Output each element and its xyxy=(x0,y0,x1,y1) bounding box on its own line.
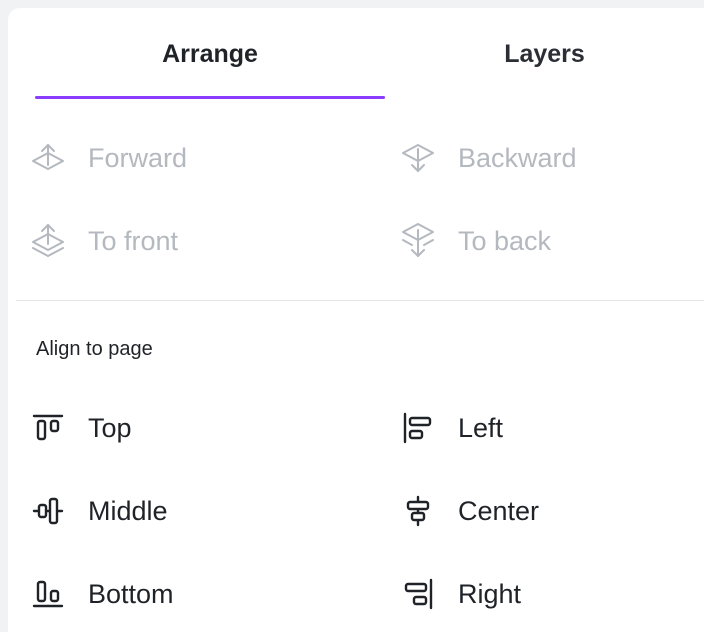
align-bottom-icon xyxy=(28,574,68,614)
align-center-button[interactable]: Center xyxy=(398,491,539,531)
align-top-icon xyxy=(28,408,68,448)
align-left-button[interactable]: Left xyxy=(398,408,503,448)
tab-layers[interactable]: Layers xyxy=(385,8,704,100)
align-center-label: Center xyxy=(458,495,540,526)
align-top-button[interactable]: Top xyxy=(28,408,132,448)
to-front-icon xyxy=(28,221,68,261)
align-middle-icon xyxy=(28,491,68,531)
forward-icon xyxy=(28,138,68,178)
backward-icon xyxy=(398,138,438,178)
section-divider xyxy=(16,300,704,301)
to-front-button[interactable]: To front xyxy=(28,221,178,261)
active-tab-indicator xyxy=(35,96,385,99)
backward-label: Backward xyxy=(458,142,577,173)
to-back-button[interactable]: To back xyxy=(398,221,551,261)
backward-button[interactable]: Backward xyxy=(398,138,577,178)
tab-bar: Arrange Layers xyxy=(8,8,704,100)
align-left-label: Left xyxy=(458,412,504,443)
align-left-icon xyxy=(398,408,438,448)
arrange-panel: Arrange Layers Forward Backward To front… xyxy=(8,8,704,632)
align-section-title: Align to page xyxy=(36,338,153,360)
align-center-icon xyxy=(398,491,438,531)
tab-arrange[interactable]: Arrange xyxy=(35,8,385,100)
align-right-label: Right xyxy=(458,578,522,609)
to-back-label: To back xyxy=(458,225,552,256)
forward-label: Forward xyxy=(88,142,188,173)
align-right-icon xyxy=(398,574,438,614)
align-middle-button[interactable]: Middle xyxy=(28,491,168,531)
align-middle-label: Middle xyxy=(88,495,168,526)
align-bottom-button[interactable]: Bottom xyxy=(28,574,174,614)
forward-button[interactable]: Forward xyxy=(28,138,187,178)
to-front-label: To front xyxy=(88,225,179,256)
to-back-icon xyxy=(398,221,438,261)
align-top-label: Top xyxy=(88,412,132,443)
align-bottom-label: Bottom xyxy=(88,578,174,609)
align-right-button[interactable]: Right xyxy=(398,574,521,614)
